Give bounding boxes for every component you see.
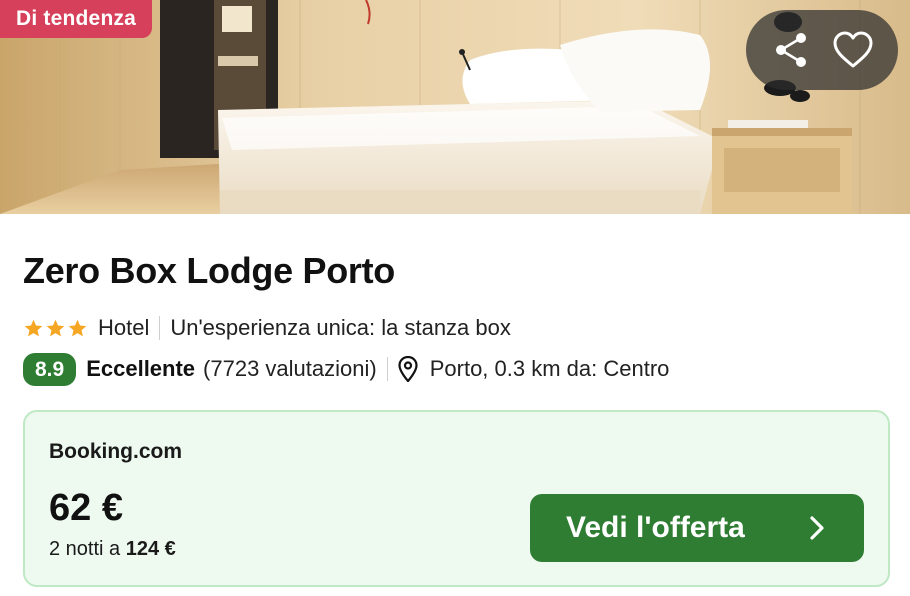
- total-price: 2 notti a 124 €: [49, 538, 176, 561]
- heart-icon: [833, 31, 873, 68]
- price-per-night: 62 €: [49, 487, 123, 529]
- review-count[interactable]: (7723 valutazioni): [203, 356, 377, 382]
- nights-prefix: 2 notti a: [49, 538, 126, 560]
- rating-row: 8.9 Eccellente (7723 valutazioni) Porto,…: [23, 352, 669, 386]
- hotel-name[interactable]: Zero Box Lodge Porto: [23, 250, 395, 292]
- favorite-button[interactable]: [830, 27, 876, 73]
- provider-name: Booking.com: [49, 440, 183, 463]
- hotel-meta: Hotel Un'esperienza unica: la stanza box: [23, 312, 511, 344]
- location-pin-icon: [398, 356, 418, 382]
- chevron-right-icon: [810, 516, 824, 540]
- rating-label: Eccellente: [86, 356, 196, 381]
- divider: [159, 316, 161, 340]
- star-icon: [46, 319, 65, 336]
- view-deal-label: Vedi l'offerta: [566, 511, 745, 544]
- trending-badge: Di tendenza: [0, 0, 153, 38]
- share-icon: [776, 33, 806, 67]
- hotel-tagline: Un'esperienza unica: la stanza box: [170, 315, 511, 340]
- star-icon: [24, 319, 43, 336]
- star-icon: [68, 319, 87, 336]
- rating-score-badge: 8.9: [23, 352, 77, 386]
- view-deal-button[interactable]: Vedi l'offerta: [530, 494, 864, 562]
- divider: [386, 357, 388, 381]
- photo-actions: [746, 10, 898, 90]
- star-rating: [23, 318, 88, 339]
- nights-total: 124 €: [125, 538, 176, 560]
- deal-box[interactable]: Booking.com 62 € 2 notti a 124 € Vedi l'…: [23, 410, 890, 587]
- location-text[interactable]: Porto, 0.3 km da: Centro: [430, 356, 670, 382]
- hotel-photo[interactable]: Di tendenza: [0, 0, 910, 214]
- share-button[interactable]: [768, 27, 814, 73]
- accommodation-type: Hotel: [98, 315, 150, 340]
